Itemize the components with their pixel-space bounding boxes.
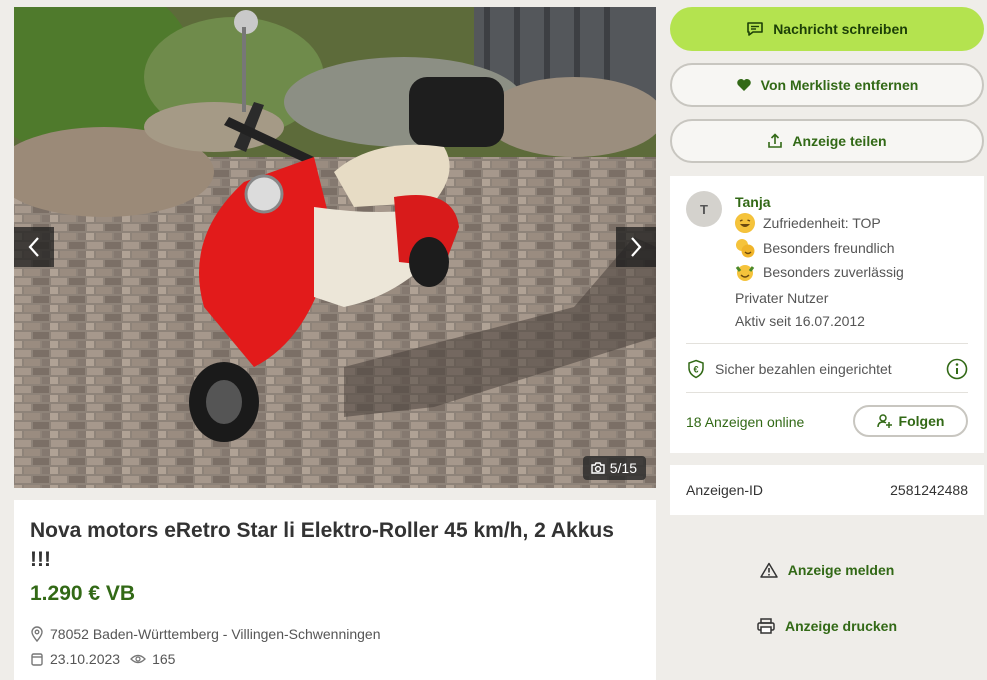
send-message-button[interactable]: Nachricht schreiben <box>670 7 984 51</box>
camera-icon <box>591 462 605 474</box>
badge-satisfaction: Zufriedenheit: TOP <box>735 213 881 233</box>
listing-location: 78052 Baden-Württemberg - Villingen-Schw… <box>50 626 381 642</box>
follow-button[interactable]: Folgen <box>853 405 968 437</box>
ad-id-value: 2581242488 <box>890 482 968 498</box>
chevron-right-icon <box>631 237 642 257</box>
location-pin-icon <box>31 626 43 642</box>
heart-icon <box>736 79 751 91</box>
svg-text:€: € <box>693 365 698 375</box>
send-message-label: Nachricht schreiben <box>773 21 908 37</box>
badge-friendly-label: Besonders freundlich <box>763 240 895 256</box>
listing-photo <box>14 7 656 488</box>
report-ad-label: Anzeige melden <box>787 562 895 578</box>
badge-satisfaction-label: Zufriedenheit: TOP <box>763 215 881 231</box>
seller-type: Privater Nutzer <box>735 290 829 306</box>
share-icon <box>768 133 783 148</box>
chevron-left-icon <box>28 237 39 257</box>
friendly-faces-icon <box>735 238 755 258</box>
badge-reliable: Besonders zuverlässig <box>735 262 904 282</box>
listing-details: Nova motors eRetro Star li Elektro-Rolle… <box>14 500 656 680</box>
follow-label: Folgen <box>898 413 945 429</box>
share-button[interactable]: Anzeige teilen <box>670 119 984 163</box>
listing-price: 1.290 € VB <box>30 582 136 605</box>
avatar[interactable]: T <box>686 191 722 227</box>
laughing-face-icon <box>735 213 755 233</box>
seller-active-since: Aktiv seit 16.07.2012 <box>735 313 865 329</box>
share-label: Anzeige teilen <box>792 133 887 149</box>
print-ad-label: Anzeige drucken <box>784 618 898 634</box>
follow-user-icon <box>876 414 892 428</box>
seller-card: T Tanja Zufriedenheit: TOP Besonders fre… <box>670 176 984 453</box>
gallery-next-button[interactable] <box>616 227 656 267</box>
date-views-row: 23.10.2023 165 <box>30 651 175 667</box>
calendar-icon <box>31 653 43 666</box>
remove-watchlist-label: Von Merkliste entfernen <box>760 77 919 93</box>
divider <box>686 343 968 344</box>
warning-triangle-icon <box>759 562 778 578</box>
ad-id-card: Anzeigen-ID 2581242488 <box>670 465 984 515</box>
gallery-prev-button[interactable] <box>14 227 54 267</box>
print-ad-button[interactable]: Anzeige drucken <box>670 618 984 634</box>
eye-icon <box>130 654 146 664</box>
secure-payment-label: Sicher bezahlen eingerichtet <box>715 361 892 377</box>
report-ad-button[interactable]: Anzeige melden <box>670 562 984 578</box>
location-row: 78052 Baden-Württemberg - Villingen-Schw… <box>30 626 381 642</box>
chat-bubble-icon <box>747 22 763 36</box>
badge-friendly: Besonders freundlich <box>735 238 895 258</box>
badge-reliable-label: Besonders zuverlässig <box>763 264 904 280</box>
image-counter-text: 5/15 <box>609 460 637 476</box>
seller-name[interactable]: Tanja <box>735 194 771 210</box>
reliable-face-icon <box>735 262 755 282</box>
ad-id-label: Anzeigen-ID <box>686 482 764 498</box>
remove-watchlist-button[interactable]: Von Merkliste entfernen <box>670 63 984 107</box>
listing-date: 23.10.2023 <box>50 651 121 667</box>
divider <box>686 392 968 393</box>
ads-online-link[interactable]: 18 Anzeigen online <box>686 414 804 430</box>
printer-icon <box>757 618 775 634</box>
image-counter[interactable]: 5/15 <box>582 456 646 480</box>
secure-payment-row: € Sicher bezahlen eingerichtet <box>686 358 968 380</box>
image-gallery[interactable]: 5/15 <box>14 7 656 488</box>
listing-views: 165 <box>152 651 176 667</box>
listing-title: Nova motors eRetro Star li Elektro-Rolle… <box>30 519 614 571</box>
secure-payment-shield-icon: € <box>688 359 704 379</box>
info-icon[interactable] <box>946 358 968 380</box>
